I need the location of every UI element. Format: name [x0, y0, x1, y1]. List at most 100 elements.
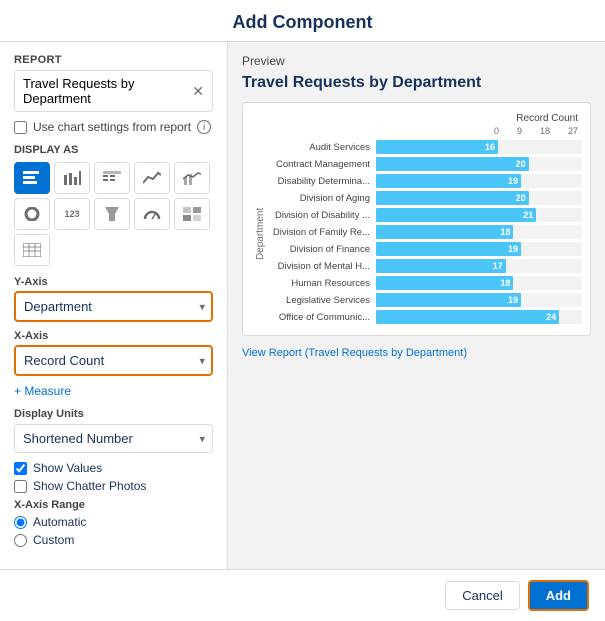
- show-values-label: Show Values: [33, 461, 102, 475]
- x-axis-select-wrapper: Record Count ▾: [14, 345, 213, 376]
- bar-fill: 24: [376, 310, 559, 324]
- info-icon[interactable]: i: [197, 120, 211, 134]
- show-chatter-photos-row: Show Chatter Photos: [14, 479, 213, 493]
- custom-radio[interactable]: [14, 534, 27, 547]
- bar-row: Division of Aging 20: [266, 191, 582, 205]
- x-axis-label: X-Axis: [14, 330, 213, 342]
- preview-label: Preview: [242, 54, 591, 68]
- bar-track: 19: [376, 174, 582, 188]
- chart-type-bar-v[interactable]: [54, 162, 90, 194]
- bar-fill: 19: [376, 174, 521, 188]
- bar-label: Division of Aging: [266, 193, 376, 204]
- display-units-select[interactable]: Shortened Number Full Number Thousands M…: [14, 424, 213, 453]
- bar-track: 17: [376, 259, 582, 273]
- bar-track: 19: [376, 293, 582, 307]
- bar-label: Office of Communic...: [266, 312, 376, 323]
- x-axis-range-label: X-Axis Range: [14, 499, 213, 511]
- bar-track: 19: [376, 242, 582, 256]
- bar-fill: 17: [376, 259, 506, 273]
- axis-val-18: 18: [540, 126, 550, 136]
- chart-type-table[interactable]: [94, 162, 130, 194]
- bar-track: 20: [376, 157, 582, 171]
- bar-fill: 20: [376, 157, 529, 171]
- bar-value: 21: [523, 210, 536, 220]
- use-chart-settings-label: Use chart settings from report: [33, 120, 191, 134]
- bar-track: 18: [376, 276, 582, 290]
- chart-type-line[interactable]: [134, 162, 170, 194]
- bar-fill: 16: [376, 140, 498, 154]
- chart-type-matrix[interactable]: [174, 198, 210, 230]
- bar-row: Legislative Services 19: [266, 293, 582, 307]
- chart-type-bar-h[interactable]: [14, 162, 50, 194]
- bar-row: Contract Management 20: [266, 157, 582, 171]
- bar-fill: 19: [376, 242, 521, 256]
- show-chatter-photos-label: Show Chatter Photos: [33, 479, 146, 493]
- bar-fill: 18: [376, 276, 513, 290]
- automatic-radio[interactable]: [14, 516, 27, 529]
- add-measure-link[interactable]: + Measure: [14, 384, 213, 398]
- bar-row: Division of Disability ... 21: [266, 208, 582, 222]
- use-chart-settings-row: Use chart settings from report i: [14, 120, 213, 134]
- use-chart-settings-checkbox[interactable]: [14, 121, 27, 134]
- chart-type-donut[interactable]: [14, 198, 50, 230]
- chart-type-number[interactable]: 123: [54, 198, 90, 230]
- show-values-row: Show Values: [14, 461, 213, 475]
- bar-value: 16: [485, 142, 498, 152]
- x-axis-select[interactable]: Record Count: [14, 345, 213, 376]
- y-axis-select-wrapper: Department ▾: [14, 291, 213, 322]
- bar-value: 19: [508, 176, 521, 186]
- bar-row: Division of Finance 19: [266, 242, 582, 256]
- report-value: Travel Requests by Department: [23, 76, 192, 106]
- report-select[interactable]: Travel Requests by Department ✕: [14, 70, 213, 112]
- bar-label: Contract Management: [266, 159, 376, 170]
- chart-area: Record Count 0 9 18 27 Department Audit …: [242, 102, 591, 336]
- x-axis-range-group: X-Axis Range Automatic Custom: [14, 499, 213, 547]
- modal-title: Add Component: [16, 12, 589, 33]
- bar-label: Division of Family Re...: [266, 227, 376, 238]
- clear-report-icon[interactable]: ✕: [192, 83, 204, 100]
- bar-label: Division of Mental H...: [266, 261, 376, 272]
- bar-label: Division of Disability ...: [266, 210, 376, 221]
- display-units-label: Display Units: [14, 408, 213, 420]
- axis-val-0: 0: [494, 126, 499, 136]
- modal-header: Add Component: [0, 0, 605, 42]
- bar-row: Disability Determina... 19: [266, 174, 582, 188]
- cancel-button[interactable]: Cancel: [445, 581, 519, 610]
- bar-label: Audit Services: [266, 142, 376, 153]
- bars-container: Audit Services 16 Contract Management 20…: [266, 140, 582, 327]
- chart-type-gauge[interactable]: [134, 198, 170, 230]
- chart-type-funnel[interactable]: [94, 198, 130, 230]
- modal-footer: Cancel Add: [0, 569, 605, 621]
- bar-track: 16: [376, 140, 582, 154]
- bar-label: Disability Determina...: [266, 176, 376, 187]
- right-panel: Preview Travel Requests by Department Re…: [228, 42, 605, 569]
- automatic-radio-row: Automatic: [14, 515, 213, 529]
- bar-fill: 21: [376, 208, 536, 222]
- y-axis-title: Department: [251, 140, 266, 327]
- chart-type-data-table[interactable]: [14, 234, 50, 266]
- add-button[interactable]: Add: [528, 580, 589, 611]
- y-axis-select[interactable]: Department: [14, 291, 213, 322]
- custom-radio-row: Custom: [14, 533, 213, 547]
- view-report-link[interactable]: View Report (Travel Requests by Departme…: [242, 347, 467, 359]
- y-axis-label: Y-Axis: [14, 276, 213, 288]
- display-as-label: Display As: [14, 144, 213, 156]
- bar-value: 24: [546, 312, 559, 322]
- bar-value: 18: [500, 227, 513, 237]
- bar-chart: Department Audit Services 16 Contract Ma…: [251, 140, 582, 327]
- bar-track: 20: [376, 191, 582, 205]
- left-panel: Report Travel Requests by Department ✕ U…: [0, 42, 228, 569]
- bar-row: Division of Mental H... 17: [266, 259, 582, 273]
- bar-fill: 19: [376, 293, 521, 307]
- chart-type-combo[interactable]: [174, 162, 210, 194]
- axis-val-9: 9: [517, 126, 522, 136]
- show-values-checkbox[interactable]: [14, 462, 27, 475]
- bar-track: 24: [376, 310, 582, 324]
- bar-label: Legislative Services: [266, 295, 376, 306]
- bar-row: Division of Family Re... 18: [266, 225, 582, 239]
- bar-track: 18: [376, 225, 582, 239]
- bar-value: 17: [493, 261, 506, 271]
- automatic-label: Automatic: [33, 515, 86, 529]
- show-chatter-photos-checkbox[interactable]: [14, 480, 27, 493]
- chart-title: Travel Requests by Department: [242, 74, 591, 92]
